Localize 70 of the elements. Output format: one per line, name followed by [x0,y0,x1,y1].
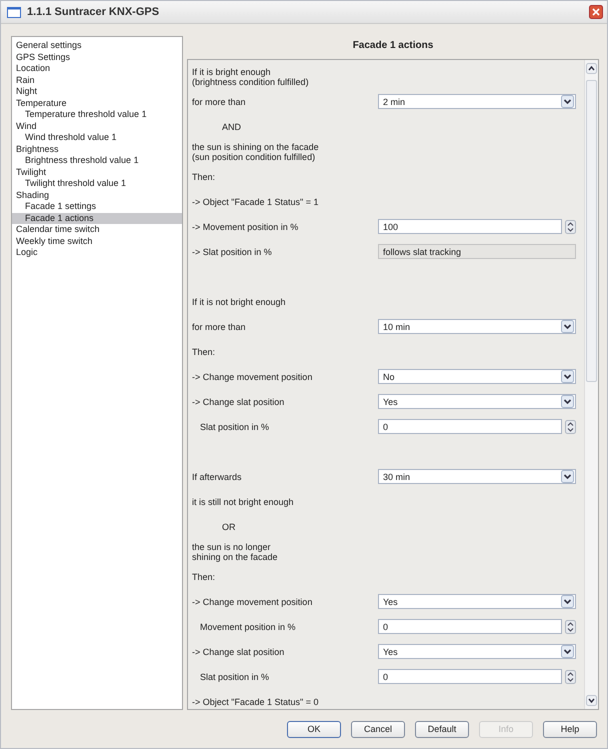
parameter-label: Movement position in % [199,622,297,632]
panel-title: Facade 1 actions [352,39,434,53]
number-field[interactable]: 0 [378,669,562,684]
tree-item[interactable]: Facade 1 actions [12,212,182,224]
parameter-label: -> Object "Facade 1 Status" = 1 [192,196,320,206]
parameter-label: the sun is no longer shining on the facade [192,542,279,562]
parameter-label: for more than [192,96,247,106]
dropdown[interactable]: 10 min [378,319,576,334]
dropdown[interactable]: No [378,369,576,384]
window-title: 1.1.1 Suntracer KNX-GPS [27,6,160,18]
parameter-label: Then: [192,172,216,182]
dropdown[interactable]: Yes [378,594,576,609]
tree-item[interactable]: Brightness [12,144,182,155]
parameter-label: If it is bright enough (brightness condition fulfilled) [192,66,310,86]
tree-item[interactable]: Wind threshold value 1 [12,132,182,144]
close-icon[interactable] [589,5,603,19]
parameter-label: -> Object "Facade 1 Status" = 0 [192,696,320,706]
dropdown[interactable]: Yes [378,394,576,409]
tree-item[interactable]: Shading [12,190,182,201]
readonly-field: follows slat tracking [378,244,576,259]
scroll-up-icon[interactable] [586,63,597,74]
window-icon [7,6,21,18]
tree-item[interactable]: Night [12,86,182,98]
parameter-label: -> Change movement position [192,596,314,606]
tree-item[interactable]: Twilight threshold value 1 [12,178,182,190]
tree-item[interactable]: Rain [12,74,182,86]
spinner-arrows-icon[interactable] [565,620,576,634]
parameter-label: Then: [192,572,216,582]
parameter-label: -> Change slat position [192,396,286,406]
parameter-label: for more than [192,322,247,332]
operator-label: OR [221,522,236,532]
spinner-arrows-icon[interactable] [565,670,576,684]
parameter-label: If afterwards [192,472,243,482]
dropdown[interactable]: 2 min [378,94,576,109]
tree-item[interactable]: Weekly time switch [12,236,182,247]
dialog-button[interactable]: Default [415,720,469,738]
tree-item[interactable]: Logic [12,247,182,258]
tree-item[interactable]: Wind [12,120,182,132]
tree-item[interactable]: Brightness threshold value 1 [12,155,182,166]
parameter-label: If it is not bright enough [192,296,287,306]
tree-item[interactable]: Facade 1 settings [12,201,182,212]
tree-item[interactable]: Calendar time switch [12,224,182,236]
parameter-label: Slat position in % [199,422,270,432]
parameter-label: -> Change slat position [192,646,286,656]
parameter-label: -> Change movement position [192,372,314,382]
tree-item[interactable]: Temperature threshold value 1 [12,109,182,120]
tree-item[interactable]: Temperature [12,98,182,109]
parameter-label: -> Movement position in % [192,222,300,232]
parameter-label: -> Slat position in % [192,246,273,256]
tree-item[interactable]: Twilight [12,166,182,178]
tree-item[interactable]: General settings [12,40,182,52]
operator-label: AND [221,122,242,132]
scroll-down-icon[interactable] [586,695,597,706]
spinner-arrows-icon[interactable] [565,420,576,434]
number-field[interactable]: 100 [378,219,562,234]
scrollbar[interactable] [584,60,598,709]
number-field[interactable]: 0 [378,619,562,634]
dialog-button[interactable]: Cancel [351,720,405,738]
parameter-label: Then: [192,346,216,356]
dialog-button[interactable]: OK [287,720,341,738]
tree-item[interactable]: Location [12,63,182,74]
dialog-button[interactable]: Help [543,720,597,738]
dropdown[interactable]: Yes [378,644,576,659]
dropdown[interactable]: 30 min [378,469,576,484]
tree-item[interactable]: GPS Settings [12,52,182,63]
parameter-label: it is still not bright enough [192,496,295,506]
spinner-arrows-icon[interactable] [565,220,576,234]
parameter-label: the sun is shining on the facade (sun position condition fulfilled) [192,142,320,162]
number-field[interactable]: 0 [378,419,562,434]
parameter-label: Slat position in % [199,672,270,682]
